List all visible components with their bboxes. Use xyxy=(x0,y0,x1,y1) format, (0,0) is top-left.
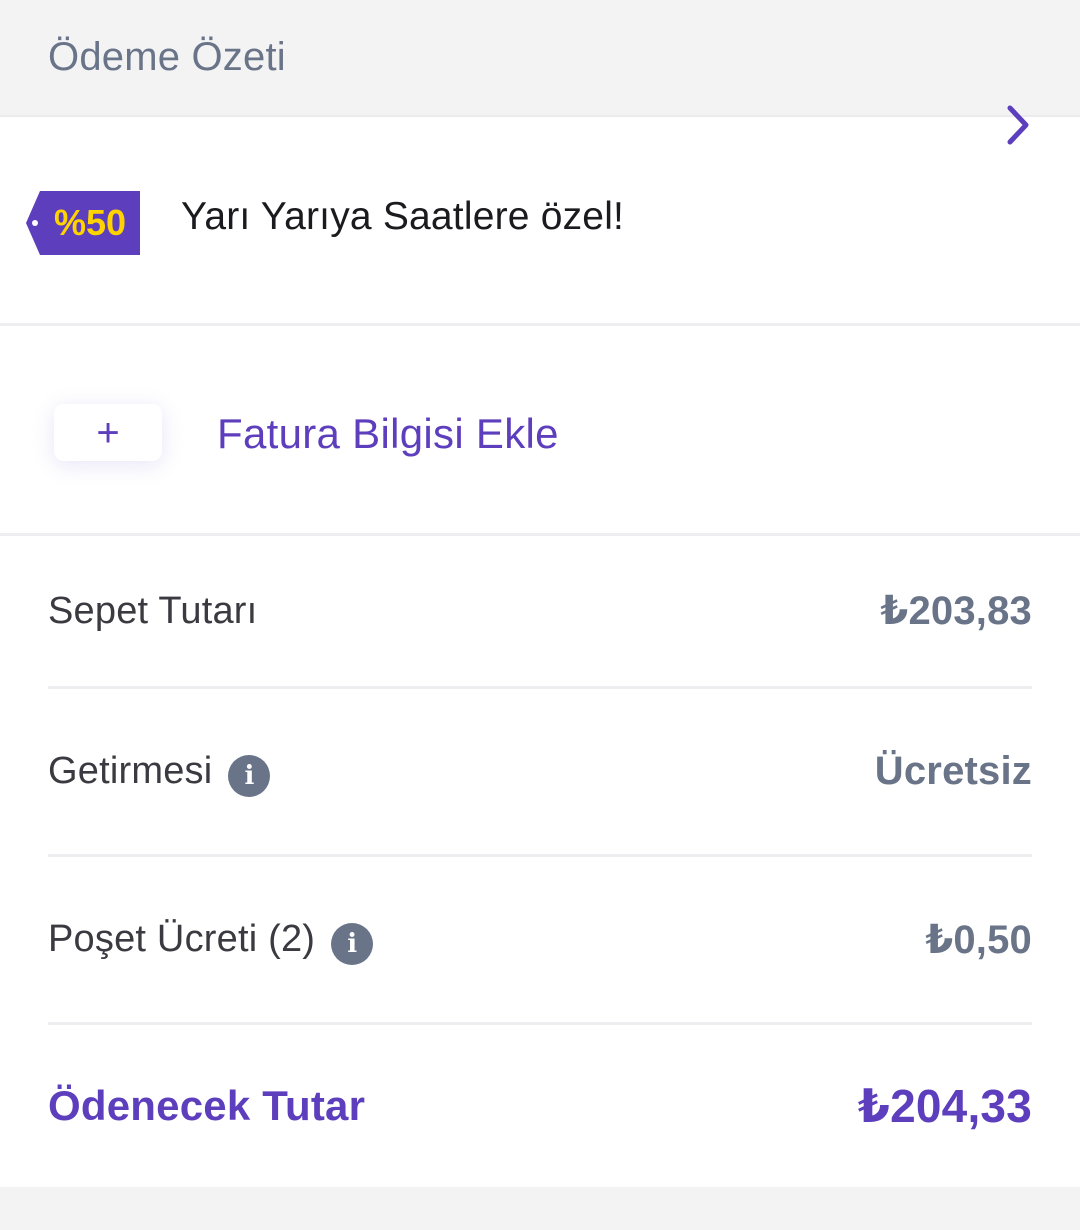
bottom-spacer xyxy=(0,1187,1080,1230)
summary-row-delivery: Getirmesi i Ücretsiz xyxy=(48,689,1032,857)
summary-row-basket: Sepet Tutarı ₺203,83 xyxy=(48,536,1032,689)
bag-fee-value: ₺0,50 xyxy=(925,917,1032,962)
promo-banner[interactable]: %50 Yarı Yarıya Saatlere özel! xyxy=(0,105,1080,326)
section-header: Ödeme Özeti xyxy=(0,0,1080,117)
add-invoice-row[interactable]: + Fatura Bilgisi Ekle xyxy=(0,326,1080,536)
chevron-right-icon[interactable] xyxy=(1004,104,1032,146)
delivery-fee-value: Ücretsiz xyxy=(874,749,1032,793)
promo-text: Yarı Yarıya Saatlere özel! xyxy=(181,195,625,238)
summary-list: Sepet Tutarı ₺203,83 Getirmesi i Ücretsi… xyxy=(0,536,1080,1187)
plus-icon: + xyxy=(96,410,120,455)
basket-total-value: ₺203,83 xyxy=(880,589,1032,633)
add-invoice-label[interactable]: Fatura Bilgisi Ekle xyxy=(217,410,559,458)
total-value: ₺204,33 xyxy=(857,1080,1032,1132)
bag-fee-label: Poşet Ücreti (2) xyxy=(48,918,316,960)
summary-row-bag-fee: Poşet Ücreti (2) i ₺0,50 xyxy=(48,857,1032,1025)
total-label: Ödenecek Tutar xyxy=(48,1082,366,1129)
summary-row-total: Ödenecek Tutar ₺204,33 xyxy=(48,1025,1032,1187)
info-icon[interactable]: i xyxy=(228,754,271,797)
section-title: Ödeme Özeti xyxy=(48,35,286,79)
discount-tag-icon: %50 xyxy=(26,191,142,255)
info-icon[interactable]: i xyxy=(331,922,374,965)
basket-total-label: Sepet Tutarı xyxy=(48,589,258,632)
delivery-fee-label: Getirmesi xyxy=(48,750,213,792)
add-invoice-button[interactable]: + xyxy=(54,404,162,461)
payment-summary-card: %50 Yarı Yarıya Saatlere özel! + Fatura … xyxy=(0,105,1080,1187)
discount-tag-label: %50 xyxy=(54,202,126,243)
